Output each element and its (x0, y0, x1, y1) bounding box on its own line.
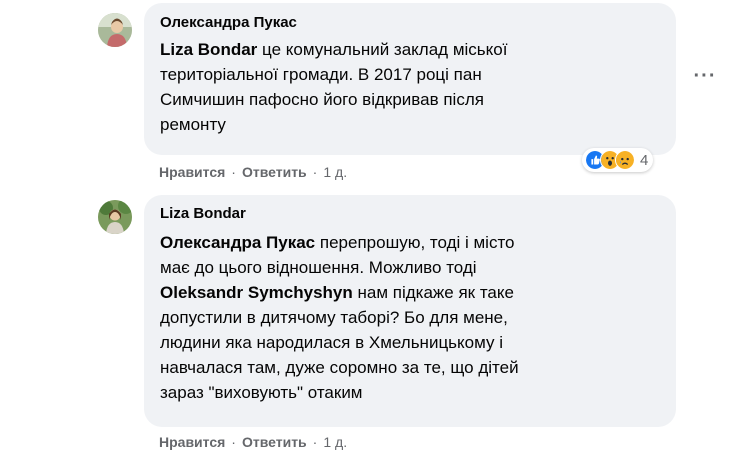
comment-text: Liza Bondar це комунальний заклад місько… (160, 37, 670, 137)
comment-1: Олександра Пукас Liza Bondar це комуналь… (0, 0, 748, 190)
reaction-count: 4 (640, 151, 649, 169)
text-line: Олександра Пукас перепрошую, тоді і міст… (160, 230, 670, 255)
more-options-button[interactable]: ··· (689, 63, 721, 95)
comment-text: Олександра Пукас перепрошую, тоді і міст… (160, 230, 670, 405)
mention-link[interactable]: Liza Bondar (160, 40, 257, 59)
text-line: людини яка народилася в Хмельницькому і (160, 333, 503, 352)
comment-author[interactable]: Liza Bondar (160, 205, 246, 222)
text-line: має до цього відношення. Можливо тоді (160, 258, 477, 277)
separator-dot: · (231, 434, 236, 450)
separator-dot: · (312, 164, 318, 180)
comment-author[interactable]: Олександра Пукас (160, 14, 297, 31)
text-span: це комунальний заклад міської (257, 40, 508, 59)
avatar-photo-icon (98, 200, 132, 234)
separator-dot: · (312, 434, 318, 450)
text-span: перепрошую, тоді і місто (315, 233, 515, 252)
text-line: Liza Bondar це комунальний заклад місько… (160, 37, 670, 62)
text-line: допустили в дитячому таборі? Бо для мене… (160, 308, 508, 327)
reactions-summary[interactable]: 4 (582, 148, 654, 172)
text-line: навчалася там, дуже соромно за те, що ді… (160, 358, 519, 377)
like-button[interactable]: Нравится (159, 164, 225, 180)
reply-button[interactable]: Ответить (242, 164, 307, 180)
like-button[interactable]: Нравится (159, 434, 225, 450)
mention-link[interactable]: Oleksandr Symchyshyn (160, 283, 353, 302)
reply-button[interactable]: Ответить (242, 434, 307, 450)
text-line: зараз "виховують" отаким (160, 383, 363, 402)
text-line: ремонту (160, 115, 226, 134)
timestamp[interactable]: 1 д. (323, 164, 347, 180)
sad-icon (615, 150, 635, 170)
text-line: територіальної громади. В 2017 році пан (160, 65, 482, 84)
avatar[interactable] (98, 200, 132, 234)
comment-2: Liza Bondar Олександра Пукас перепрошую,… (0, 190, 748, 469)
timestamp[interactable]: 1 д. (323, 434, 347, 450)
comment-bubble: Олександра Пукас Liza Bondar це комуналь… (144, 3, 676, 155)
avatar-photo-icon (98, 13, 132, 47)
text-line: Симчишин пафосно його відкривав після (160, 90, 484, 109)
text-span: нам підкаже як таке (352, 283, 514, 302)
comment-bubble: Liza Bondar Олександра Пукас перепрошую,… (144, 195, 676, 427)
mention-link[interactable]: Олександра Пукас (160, 233, 315, 252)
separator-dot: · (231, 164, 236, 180)
comment-actions: Нравится · Ответить · 1 д. (159, 434, 347, 450)
avatar[interactable] (98, 13, 132, 47)
comment-actions: Нравится · Ответить · 1 д. (159, 164, 347, 180)
text-line: Oleksandr Symchyshyn нам підкаже як таке (160, 280, 670, 305)
